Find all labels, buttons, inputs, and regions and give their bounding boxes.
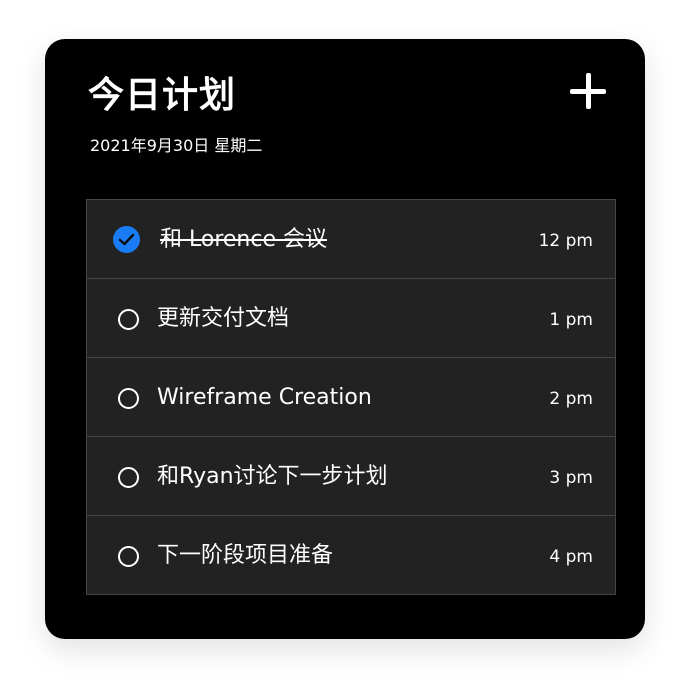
task-label: Wireframe Creation	[157, 385, 372, 410]
task-time: 3 pm	[549, 468, 593, 488]
task-row[interactable]: 和Ryan讨论下一步计划 3 pm	[86, 436, 616, 516]
task-time: 1 pm	[549, 310, 593, 330]
unchecked-circle-icon[interactable]	[118, 467, 139, 488]
checked-circle-icon[interactable]	[113, 226, 140, 253]
task-time: 2 pm	[549, 389, 593, 409]
task-time: 4 pm	[549, 547, 593, 567]
page-title: 今日计划	[88, 75, 237, 116]
add-task-button[interactable]	[569, 72, 607, 110]
task-label: 下一阶段项目准备	[157, 543, 334, 568]
task-label: 和Ryan讨论下一步计划	[157, 464, 388, 489]
unchecked-circle-icon[interactable]	[118, 309, 139, 330]
task-row[interactable]: 下一阶段项目准备 4 pm	[86, 515, 616, 595]
task-list: 和 Lorence 会议 12 pm 更新交付文档 1 pm Wireframe…	[86, 199, 616, 595]
plan-widget: 今日计划 2021年9月30日 星期二 和 Lorence 会议 12 pm 更…	[45, 39, 645, 639]
task-label: 和 Lorence 会议	[160, 227, 327, 252]
unchecked-circle-icon[interactable]	[118, 546, 139, 567]
task-row[interactable]: Wireframe Creation 2 pm	[86, 357, 616, 437]
task-row[interactable]: 和 Lorence 会议 12 pm	[86, 199, 616, 279]
date-label: 2021年9月30日 星期二	[90, 136, 263, 155]
task-time: 12 pm	[538, 231, 593, 251]
task-label: 更新交付文档	[157, 306, 290, 331]
unchecked-circle-icon[interactable]	[118, 388, 139, 409]
task-row[interactable]: 更新交付文档 1 pm	[86, 278, 616, 358]
